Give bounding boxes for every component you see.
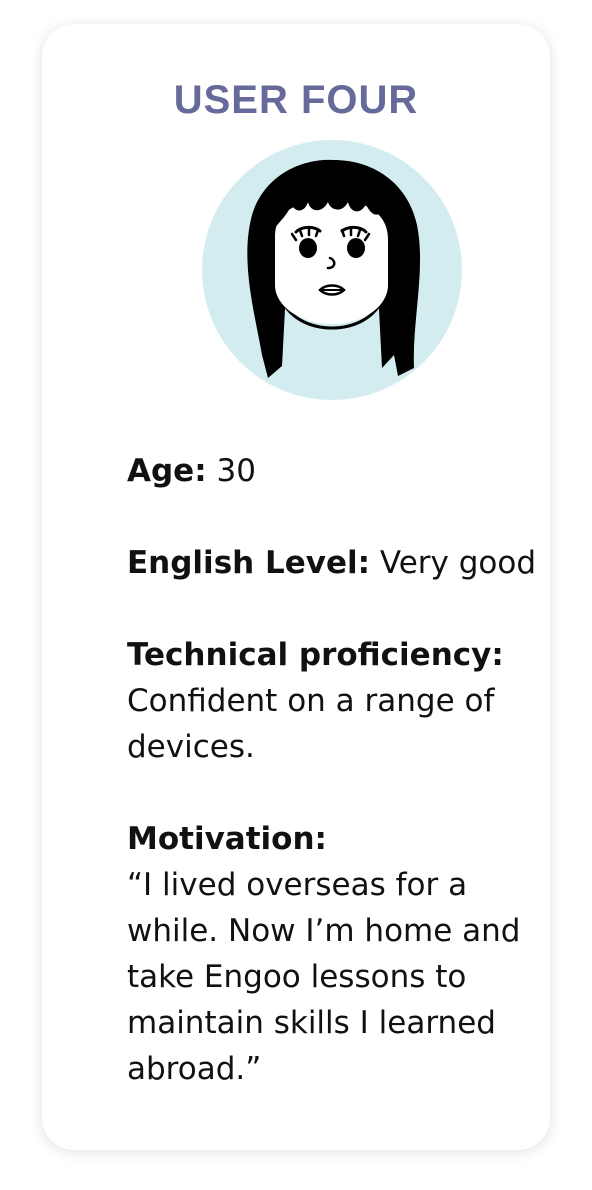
motivation-value: “I lived overseas for a while. Now I’m h… — [127, 867, 521, 1087]
persona-card: USER FOUR Age: 30 English Level: Very go… — [42, 24, 550, 1150]
english-level-label: English Level: — [127, 545, 371, 581]
technical-proficiency-label: Technical proficiency: — [127, 637, 504, 673]
persona-title: USER FOUR — [173, 78, 419, 122]
age-label: Age: — [127, 453, 207, 489]
english-level-value: Very good — [379, 545, 537, 581]
motivation-label: Motivation: — [127, 821, 327, 857]
face — [275, 200, 388, 324]
english-level-field: English Level: Very good — [127, 540, 557, 586]
technical-proficiency-field: Technical proficiency: Confident on a ra… — [127, 632, 557, 770]
age-field: Age: 30 — [127, 448, 557, 494]
left-eye — [299, 238, 317, 258]
motivation-field: Motivation: “I lived overseas for a whil… — [127, 816, 557, 1092]
persona-details: Age: 30 English Level: Very good Technic… — [127, 448, 557, 1138]
right-eye — [347, 238, 365, 258]
age-value: 30 — [216, 453, 256, 489]
woman-avatar-icon — [202, 140, 462, 400]
technical-proficiency-value: Confident on a range of devices. — [127, 683, 495, 765]
